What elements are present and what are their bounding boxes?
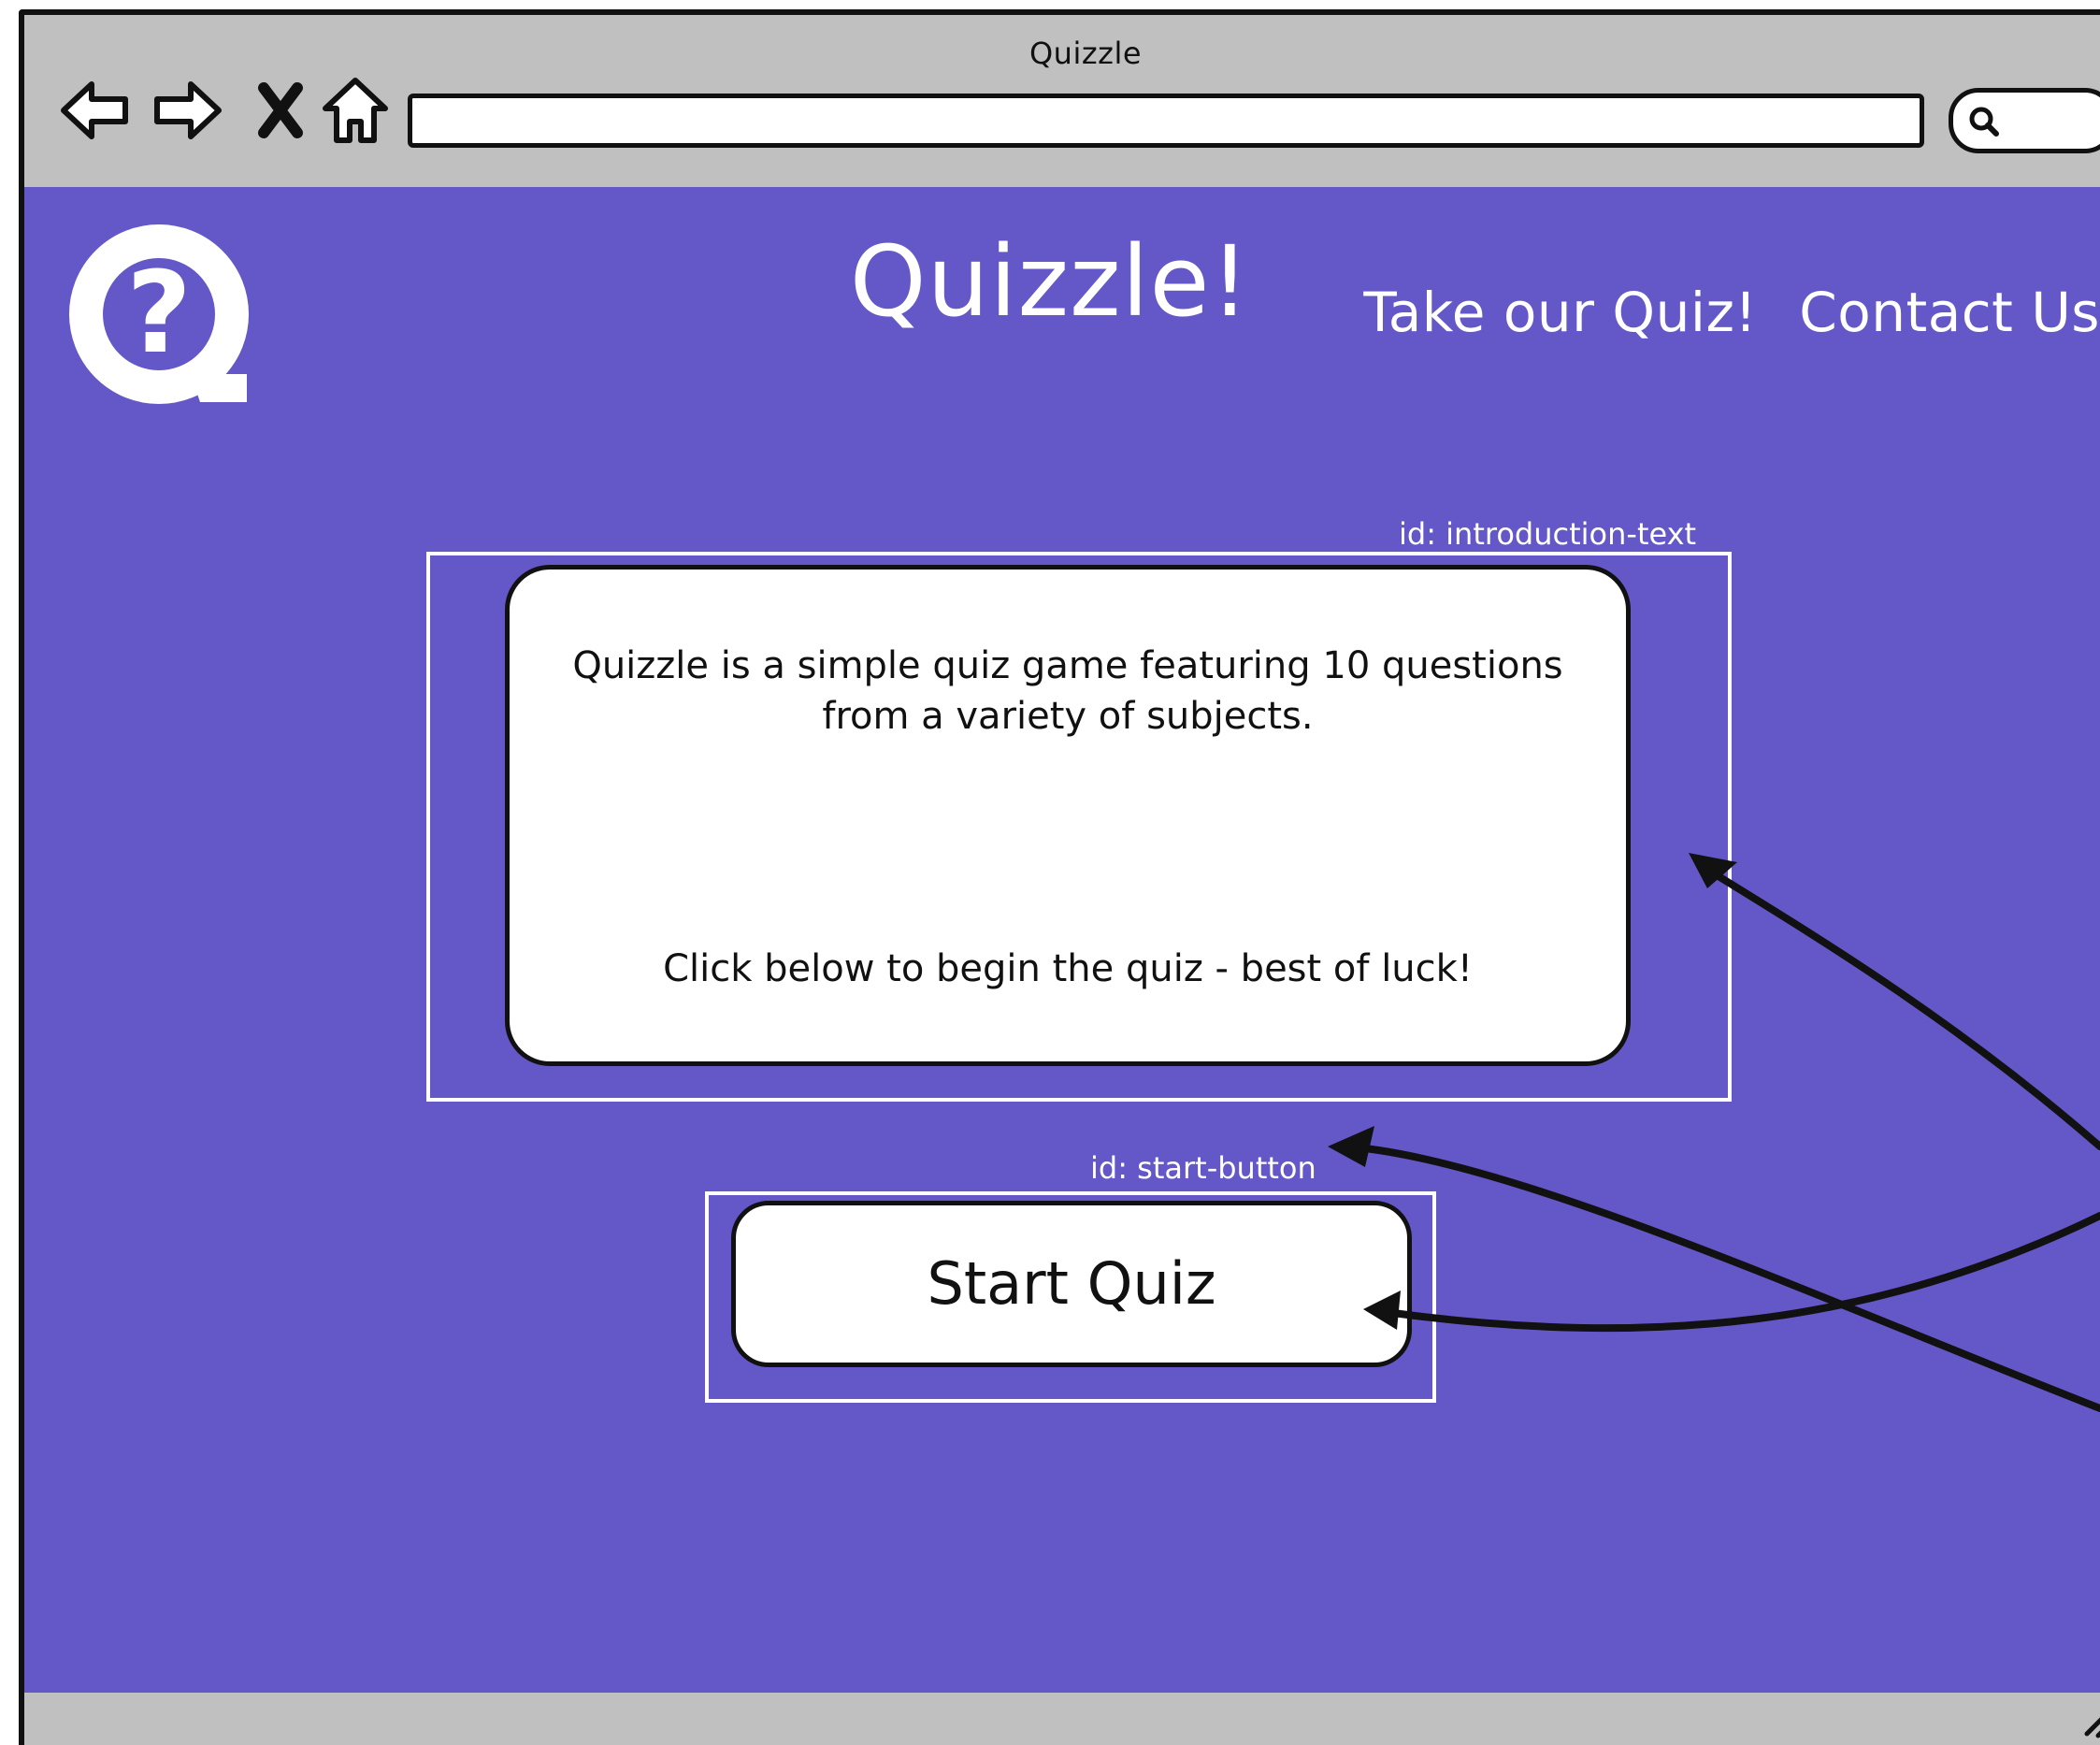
home-icon [323, 78, 388, 143]
start-quiz-button[interactable]: Start Quiz [731, 1201, 1412, 1367]
introduction-text-card: Quizzle is a simple quiz game featuring … [505, 565, 1631, 1066]
search-icon [1969, 107, 1999, 137]
intro-paragraph-2: Click below to begin the quiz - best of … [663, 947, 1473, 990]
back-arrow-icon [61, 81, 128, 139]
forward-button[interactable] [150, 73, 224, 148]
status-bar [24, 1693, 2100, 1745]
close-x-icon [258, 82, 303, 138]
back-button[interactable] [58, 73, 133, 148]
resize-grip-icon[interactable] [2078, 1702, 2100, 1739]
intro-paragraph-1: Quizzle is a simple quiz game featuring … [572, 644, 1563, 738]
window-title: Quizzle [1028, 36, 1143, 71]
forward-arrow-icon [154, 81, 222, 139]
start-id-label: id: start-button [1090, 1150, 1316, 1186]
search-box[interactable] [1949, 88, 2100, 153]
page-title: Quizzle! [849, 224, 1251, 339]
intro-id-label: id: introduction-text [1399, 516, 1697, 552]
home-button[interactable] [318, 73, 393, 148]
stop-button[interactable] [245, 73, 320, 148]
address-bar[interactable] [408, 94, 1924, 148]
